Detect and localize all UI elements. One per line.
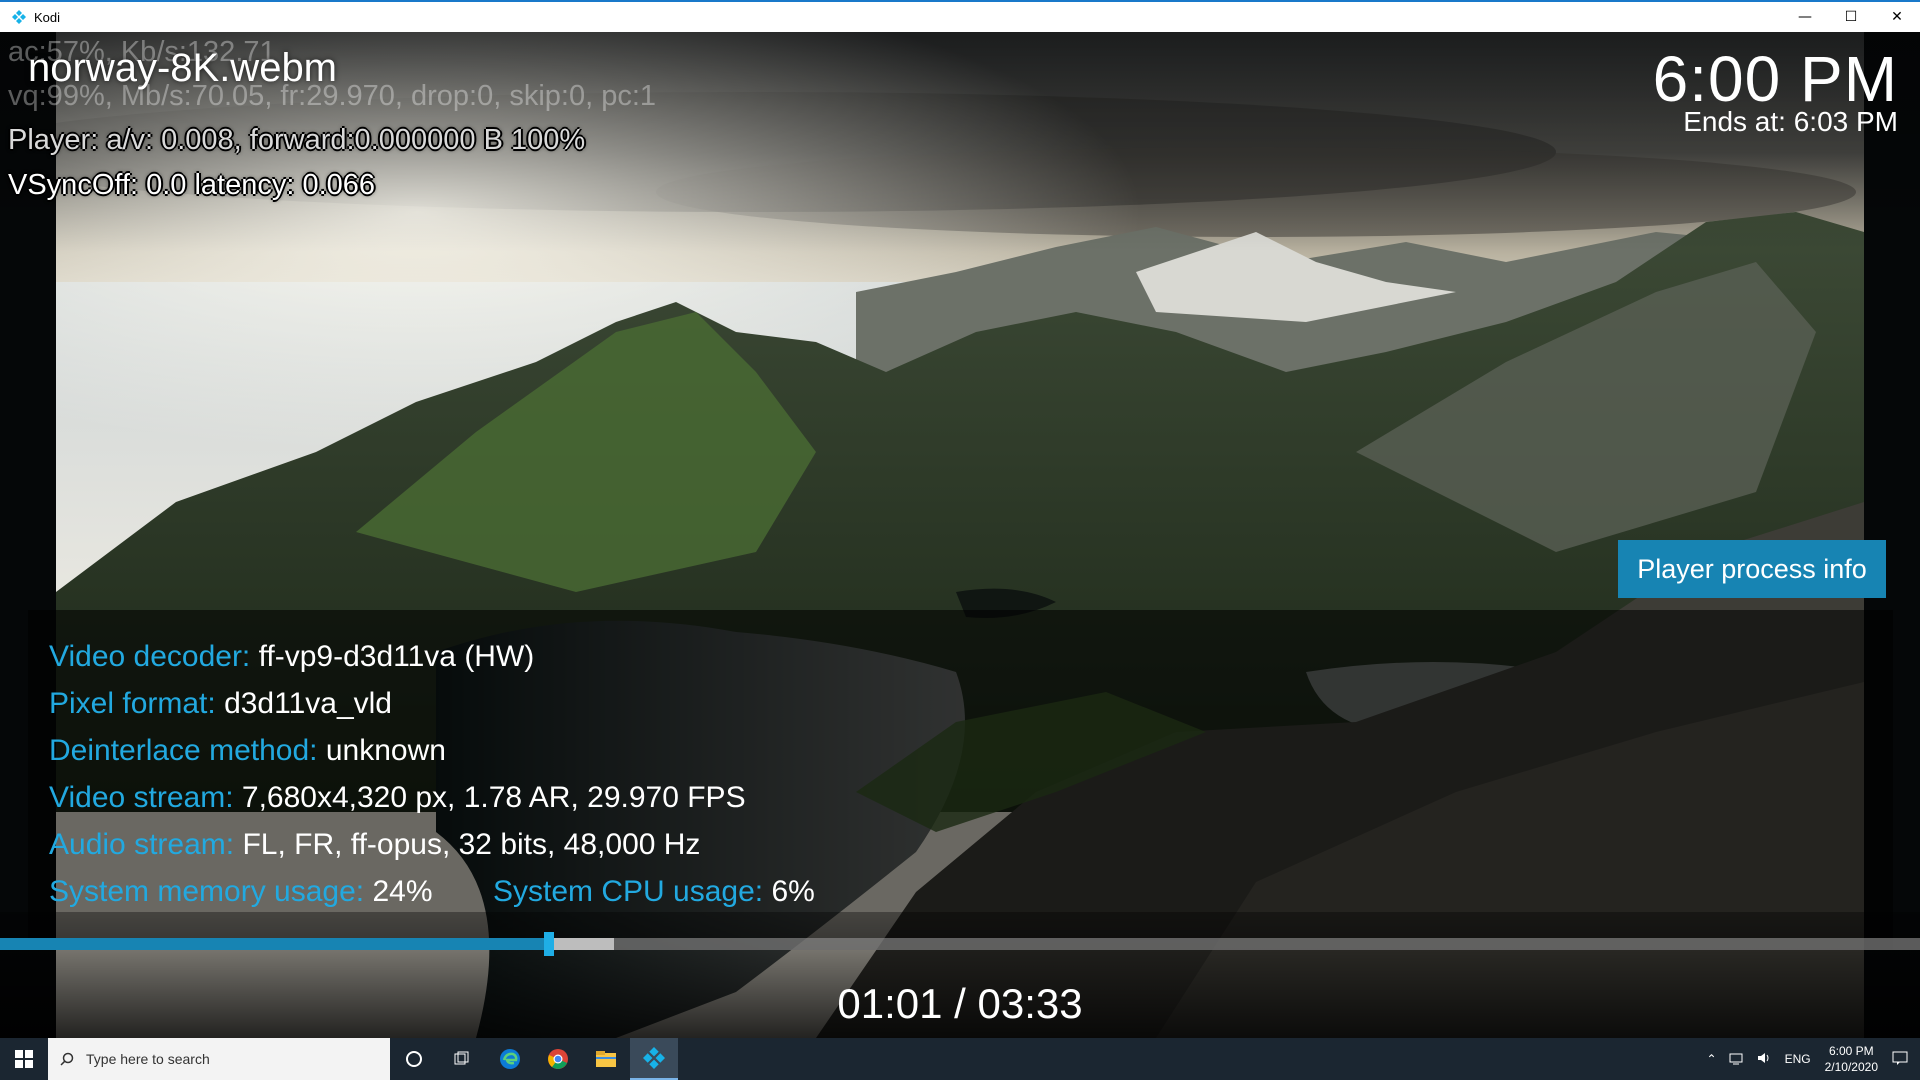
kodi-icon bbox=[643, 1047, 665, 1069]
taskbar-date: 2/10/2020 bbox=[1824, 1060, 1878, 1074]
task-view-icon bbox=[454, 1051, 469, 1065]
taskbar-time: 6:00 PM bbox=[1828, 1044, 1874, 1058]
window-title: Kodi bbox=[34, 9, 61, 25]
debug-player-line: Player: a/v: 0.008, forward:0.000000 B 1… bbox=[8, 124, 586, 156]
chrome-button[interactable] bbox=[534, 1038, 582, 1080]
info-label: Pixel format: bbox=[49, 687, 216, 720]
seek-bar[interactable] bbox=[0, 932, 1920, 956]
network-icon[interactable] bbox=[1729, 1051, 1745, 1068]
search-icon bbox=[60, 1052, 74, 1066]
taskbar-search-box[interactable]: Type here to search bbox=[48, 1038, 390, 1080]
info-value: 6% bbox=[771, 875, 815, 908]
task-view-button[interactable] bbox=[438, 1038, 486, 1080]
seek-played-fill bbox=[0, 938, 550, 950]
player-process-info-panel: Video decoder: ff-vp9-d3d11va (HW) Pixel… bbox=[28, 610, 1893, 950]
system-tray: ⌃ ENG 6:00 PM 2/10/2020 bbox=[1701, 1038, 1920, 1080]
windows-logo-icon bbox=[15, 1050, 33, 1068]
media-filename: norway-8K.webm bbox=[28, 46, 338, 90]
cortana-button[interactable] bbox=[390, 1038, 438, 1080]
player-process-info-button[interactable]: Player process info bbox=[1618, 540, 1886, 598]
info-label: Deinterlace method: bbox=[49, 734, 318, 767]
windows-taskbar: Type here to search ⌃ ENG 6:00 PM 2/10/2… bbox=[0, 1038, 1920, 1080]
info-value: d3d11va_vld bbox=[224, 687, 392, 720]
info-label: Audio stream: bbox=[49, 828, 235, 861]
info-deinterlace: Deinterlace method: unknown bbox=[49, 734, 446, 768]
file-explorer-icon bbox=[596, 1051, 616, 1067]
kodi-taskbar-button[interactable] bbox=[630, 1038, 678, 1080]
cortana-icon bbox=[406, 1051, 422, 1067]
ends-at-time: Ends at: 6:03 PM bbox=[1683, 106, 1898, 137]
info-label: Video decoder: bbox=[49, 640, 251, 673]
info-audio-stream: Audio stream: FL, FR, ff-opus, 32 bits, … bbox=[49, 828, 700, 862]
seek-handle[interactable] bbox=[544, 932, 555, 956]
info-value: ff-vp9-d3d11va (HW) bbox=[258, 640, 535, 673]
start-button[interactable] bbox=[0, 1038, 48, 1080]
debug-vsync-line: VSyncOff: 0.0 latency: 0.066 bbox=[8, 169, 376, 201]
info-cpu-usage: System CPU usage: 6% bbox=[493, 875, 815, 909]
language-indicator[interactable]: ENG bbox=[1785, 1052, 1811, 1066]
tray-overflow-icon[interactable]: ⌃ bbox=[1707, 1052, 1717, 1066]
action-center-icon[interactable] bbox=[1892, 1050, 1908, 1069]
video-area[interactable]: ac:57%, Kb/s:132.71 vq:99%, Mb/s:70.05, … bbox=[0, 32, 1920, 1038]
info-value: 7,680x4,320 px, 1.78 AR, 29.970 FPS bbox=[241, 781, 746, 814]
info-value: 24% bbox=[372, 875, 433, 908]
info-label: Video stream: bbox=[49, 781, 234, 814]
info-video-decoder: Video decoder: ff-vp9-d3d11va (HW) bbox=[49, 640, 534, 674]
info-video-stream: Video stream: 7,680x4,320 px, 1.78 AR, 2… bbox=[49, 781, 746, 815]
info-label: System CPU usage: bbox=[493, 875, 764, 908]
maximize-button[interactable]: ☐ bbox=[1828, 2, 1874, 32]
close-button[interactable]: ✕ bbox=[1874, 2, 1920, 32]
taskbar-clock[interactable]: 6:00 PM 2/10/2020 bbox=[1825, 1043, 1878, 1075]
info-pixel-format: Pixel format: d3d11va_vld bbox=[49, 687, 392, 721]
edge-button[interactable] bbox=[486, 1038, 534, 1080]
chrome-icon bbox=[548, 1049, 568, 1069]
info-value: unknown bbox=[325, 734, 446, 767]
playback-time: 01:01 / 03:33 bbox=[837, 980, 1083, 1027]
minimize-button[interactable]: — bbox=[1782, 2, 1828, 32]
kodi-app-icon bbox=[8, 6, 30, 28]
volume-icon[interactable] bbox=[1757, 1051, 1773, 1068]
edge-icon bbox=[500, 1049, 520, 1069]
file-explorer-button[interactable] bbox=[582, 1038, 630, 1080]
info-value: FL, FR, ff-opus, 32 bits, 48,000 Hz bbox=[242, 828, 701, 861]
current-time: 6:00 PM bbox=[1652, 43, 1898, 115]
window-titlebar: Kodi — ☐ ✕ bbox=[0, 0, 1920, 32]
info-memory-usage: System memory usage: 24% bbox=[49, 875, 433, 909]
search-placeholder: Type here to search bbox=[86, 1051, 210, 1067]
info-label: System memory usage: bbox=[49, 875, 365, 908]
